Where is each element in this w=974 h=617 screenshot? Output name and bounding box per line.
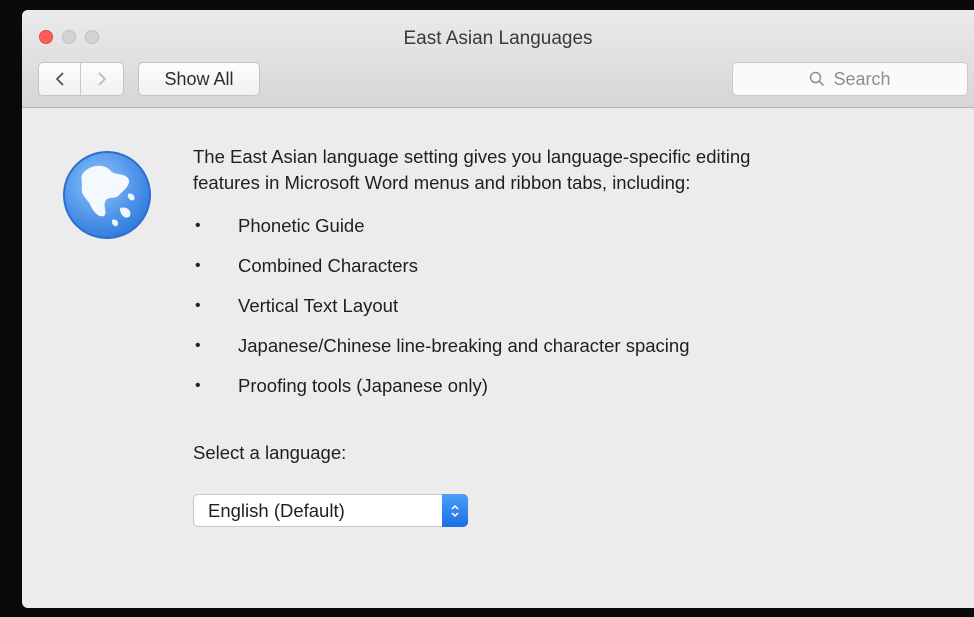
back-button[interactable] [39, 63, 81, 95]
list-item: Japanese/Chinese line-breaking and chara… [193, 326, 933, 366]
feature-list: Phonetic Guide Combined Characters Verti… [193, 206, 933, 406]
list-item: Proofing tools (Japanese only) [193, 366, 933, 406]
intro-text: The East Asian language setting gives yo… [193, 144, 933, 196]
window-title: East Asian Languages [403, 28, 593, 49]
list-item: Combined Characters [193, 246, 933, 286]
screen-frame: East Asian Languages Show All Search The… [0, 0, 974, 617]
globe-icon [63, 151, 151, 239]
show-all-button[interactable]: Show All [138, 62, 260, 96]
search-input[interactable]: Search [732, 62, 968, 96]
description-section: The East Asian language setting gives yo… [193, 144, 933, 406]
chevron-right-icon [98, 72, 107, 86]
chevron-left-icon [55, 72, 64, 86]
list-item: Vertical Text Layout [193, 286, 933, 326]
search-placeholder: Search [833, 68, 891, 89]
list-item: Phonetic Guide [193, 206, 933, 246]
select-arrows[interactable] [442, 494, 468, 527]
titlebar: East Asian Languages Show All Search [22, 10, 974, 108]
language-select-value: English (Default) [208, 499, 345, 521]
language-select[interactable]: English (Default) [193, 494, 468, 527]
intro-line-1: The East Asian language setting gives yo… [193, 146, 751, 167]
forward-button[interactable] [81, 63, 123, 95]
select-language-label: Select a language: [193, 442, 347, 463]
up-down-chevron-icon [451, 504, 459, 517]
intro-line-2: features in Microsoft Word menus and rib… [193, 172, 691, 193]
nav-button-group [38, 62, 124, 96]
search-icon [810, 71, 825, 87]
preferences-window: East Asian Languages Show All Search The… [22, 10, 974, 608]
